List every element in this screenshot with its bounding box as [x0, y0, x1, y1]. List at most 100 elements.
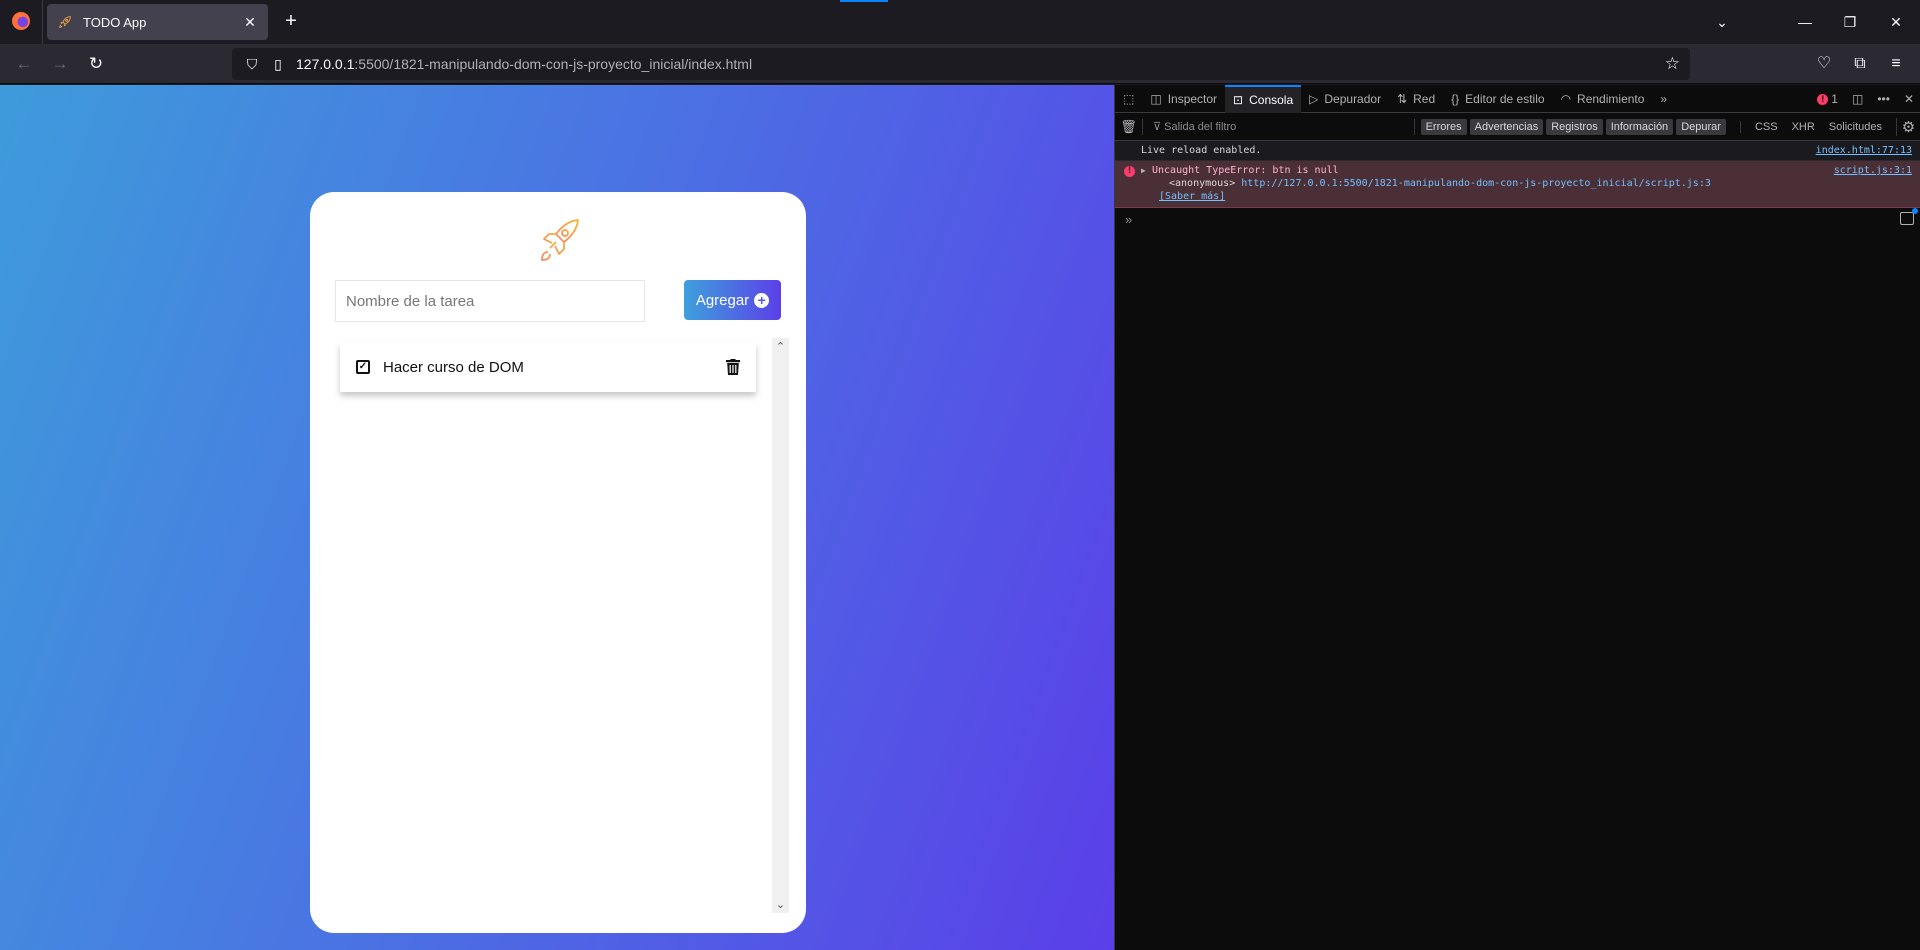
task-item: ✓ Hacer curso de DOM: [340, 342, 756, 392]
stack-function: <anonymous>: [1169, 178, 1236, 189]
tab-performance[interactable]: ◠ Rendimiento: [1553, 85, 1653, 113]
type-filters: CSS XHR Solicitudes: [1739, 120, 1890, 133]
menu-icon[interactable]: ≡: [1884, 52, 1908, 76]
new-tab-button[interactable]: +: [280, 10, 302, 32]
forward-button[interactable]: →: [48, 52, 72, 76]
filter-xhr[interactable]: XHR: [1792, 121, 1815, 133]
tab-style-editor[interactable]: {} Editor de estilo: [1443, 85, 1552, 113]
console-settings-gear-icon[interactable]: ⚙: [1896, 117, 1920, 136]
console-icon: ⊡: [1233, 92, 1244, 107]
network-icon: ⇅: [1397, 91, 1408, 106]
dock-side-icon[interactable]: ◫: [1852, 92, 1863, 106]
url-bar[interactable]: ⛉ ▯ 127.0.0.1 :5500/1821-manipulando-dom…: [232, 48, 1690, 80]
restore-button[interactable]: ❐: [1838, 10, 1862, 34]
tab-label: Rendimiento: [1577, 91, 1645, 106]
list-all-tabs-button[interactable]: ⌄: [1710, 10, 1734, 34]
navigation-toolbar: ← → ↻ ⛉ ▯ 127.0.0.1 :5500/1821-manipulan…: [0, 44, 1920, 84]
stack-location-link[interactable]: http://127.0.0.1:5500/1821-manipulando-d…: [1241, 178, 1711, 189]
close-window-button[interactable]: ✕: [1884, 10, 1908, 34]
bookmark-star-icon[interactable]: ☆: [1665, 54, 1680, 74]
stack-trace: <anonymous> http://127.0.0.1:5500/1821-m…: [1152, 178, 1912, 189]
filter-errors[interactable]: Errores: [1420, 118, 1467, 135]
console-input[interactable]: »: [1115, 208, 1920, 232]
prompt-chevron-icon: »: [1125, 212, 1133, 227]
clear-console-icon[interactable]: 🗑: [1115, 118, 1143, 135]
inspector-icon: ◫: [1150, 91, 1162, 106]
filter-info[interactable]: Información: [1605, 118, 1674, 135]
add-task-button[interactable]: Agregar +: [684, 280, 781, 320]
tab-label: Red: [1413, 91, 1436, 106]
tab-debugger[interactable]: ▷ Depurador: [1301, 85, 1389, 113]
log-text: Live reload enabled.: [1141, 145, 1262, 156]
add-button-label: Agregar: [695, 291, 750, 309]
devtools-controls: ! 1 ◫ ••• ✕: [1817, 85, 1914, 113]
tab-network[interactable]: ⇅ Red: [1389, 85, 1443, 113]
task-list: ✓ Hacer curso de DOM: [338, 338, 772, 913]
close-devtools-icon[interactable]: ✕: [1904, 92, 1914, 106]
filter-placeholder: Salida del filtro: [1164, 121, 1237, 133]
tab-inspector[interactable]: ◫ Inspector: [1142, 85, 1225, 113]
tab-label: Consola: [1249, 92, 1294, 107]
more-options-icon[interactable]: •••: [1877, 92, 1890, 106]
drag-indicator: [840, 0, 888, 2]
back-button[interactable]: ←: [12, 52, 36, 76]
console-filter-input[interactable]: ⊽ Salida del filtro: [1143, 120, 1414, 133]
filter-logs[interactable]: Registros: [1546, 118, 1603, 135]
error-count-badge[interactable]: ! 1: [1817, 92, 1838, 106]
filter-warnings[interactable]: Advertencias: [1469, 118, 1544, 135]
url-host: 127.0.0.1: [296, 56, 355, 72]
firefox-logo-icon[interactable]: [12, 12, 30, 30]
error-icon: !: [1124, 166, 1135, 177]
filter-requests[interactable]: Solicitudes: [1829, 121, 1882, 133]
extensions-icon[interactable]: ⧉: [1848, 52, 1872, 76]
tab-label: Editor de estilo: [1465, 91, 1545, 106]
style-editor-icon: {}: [1451, 91, 1460, 106]
divider: [42, 0, 43, 44]
reload-button[interactable]: ↻: [84, 52, 108, 76]
task-list-container: ✓ Hacer curso de DOM ⌃ ⌄: [338, 338, 790, 913]
tab-title: TODO App: [83, 14, 147, 30]
page-viewport: Agregar + ✓ Hacer curso de DOM ⌃ ⌄: [0, 85, 1114, 950]
tab-label: Depurador: [1324, 91, 1382, 106]
trash-icon[interactable]: [726, 359, 740, 375]
tab-strip: TODO App ✕ + ⌄ — ❐ ✕: [0, 0, 1920, 44]
pocket-icon[interactable]: ♡: [1812, 52, 1836, 76]
expand-triangle-icon[interactable]: ▶: [1141, 166, 1146, 175]
devtools-tabs: ⬚ ◫ Inspector ⊡ Consola ▷ Depurador ⇅ Red {}…: [1115, 84, 1920, 113]
task-name-input[interactable]: [335, 280, 645, 322]
element-picker-icon[interactable]: ⬚: [1115, 85, 1142, 113]
learn-more-link[interactable]: [Saber más]: [1159, 191, 1225, 202]
filter-css[interactable]: CSS: [1755, 121, 1778, 133]
log-source-link[interactable]: index.html:77:13: [1816, 145, 1912, 156]
filter-debug[interactable]: Depurar: [1676, 118, 1726, 135]
debugger-icon: ▷: [1309, 91, 1319, 106]
todo-card: Agregar + ✓ Hacer curso de DOM ⌃ ⌄: [310, 192, 806, 933]
console-toolbar: 🗑 ⊽ Salida del filtro Errores Advertenci…: [1115, 113, 1920, 141]
page-icon[interactable]: ▯: [270, 56, 286, 73]
url-path: :5500/1821-manipulando-dom-con-js-proyec…: [354, 56, 753, 72]
task-text: Hacer curso de DOM: [383, 358, 524, 376]
scroll-down-icon[interactable]: ⌄: [772, 898, 789, 911]
scroll-up-icon[interactable]: ⌃: [772, 340, 789, 353]
shield-icon[interactable]: ⛉: [244, 56, 260, 73]
console-error-message: ! ▶ Uncaught TypeError: btn is null scri…: [1115, 161, 1920, 208]
close-tab-icon[interactable]: ✕: [242, 14, 258, 31]
more-tabs-icon[interactable]: »: [1652, 85, 1675, 113]
level-filters: Errores Advertencias Registros Informaci…: [1413, 118, 1726, 135]
error-icon: !: [1817, 93, 1829, 105]
console-log-message: Live reload enabled. index.html:77:13: [1115, 141, 1920, 161]
task-checkbox-icon[interactable]: ✓: [356, 360, 370, 374]
tab-todo-app[interactable]: TODO App ✕: [47, 4, 268, 40]
minimize-button[interactable]: —: [1793, 10, 1817, 34]
editor-mode-toggle-icon[interactable]: [1900, 208, 1918, 225]
error-text: Uncaught TypeError: btn is null: [1152, 165, 1339, 176]
error-source-link[interactable]: script.js:3:1: [1834, 165, 1912, 176]
devtools-panel: ⬚ ◫ Inspector ⊡ Consola ▷ Depurador ⇅ Red {}…: [1114, 84, 1920, 950]
rocket-icon: [59, 16, 71, 28]
task-list-scrollbar[interactable]: ⌃ ⌄: [772, 338, 789, 913]
plus-circle-icon: +: [754, 292, 770, 308]
error-count: 1: [1831, 92, 1838, 106]
rocket-logo-icon: [541, 219, 579, 261]
performance-icon: ◠: [1560, 91, 1572, 106]
tab-console[interactable]: ⊡ Consola: [1225, 84, 1302, 113]
